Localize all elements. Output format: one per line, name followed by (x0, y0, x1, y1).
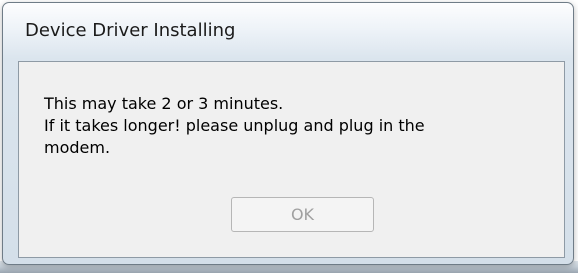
message-text: This may take 2 or 3 minutes. If it take… (44, 93, 544, 159)
window-title: Device Driver Installing (25, 20, 236, 41)
message-line-2: If it takes longer! please unplug and pl… (44, 116, 425, 135)
ok-button[interactable]: OK (231, 197, 374, 232)
dialog-window: Device Driver Installing This may take 2… (2, 2, 574, 265)
message-line-3: modem. (44, 138, 111, 157)
dialog-client-area: This may take 2 or 3 minutes. If it take… (18, 61, 565, 258)
message-line-1: This may take 2 or 3 minutes. (44, 94, 284, 113)
